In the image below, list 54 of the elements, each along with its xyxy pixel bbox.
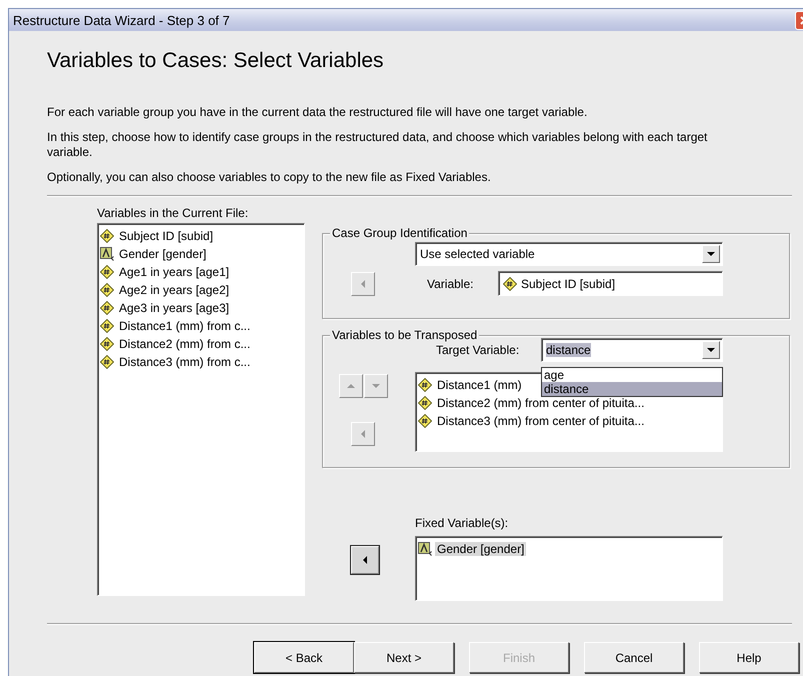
list-label: Variables in the Current File:: [97, 206, 250, 220]
diamond-icon: [100, 265, 114, 279]
dropdown-option[interactable]: age: [542, 368, 722, 382]
diamond-icon: [100, 319, 114, 333]
arrow-left-icon: [359, 280, 367, 288]
list-item[interactable]: Distance1 (mm) from c...: [117, 319, 252, 333]
wizard-button[interactable]: < Back: [254, 642, 354, 673]
arrow-left-icon: [361, 556, 369, 564]
list-item[interactable]: Age2 in years [age2]: [117, 283, 232, 297]
list-item[interactable]: Age3 in years [age3]: [117, 301, 232, 315]
arrow-down-icon: [372, 382, 380, 390]
diamond-icon: [503, 276, 517, 290]
instruction-text: In this step, choose how to identify case groups in the restructured data, and choose which variables belong with each target variable.: [47, 130, 708, 160]
square-icon: [418, 542, 432, 556]
list-item[interactable]: Gender [gender]: [117, 247, 208, 261]
diamond-icon: [100, 355, 114, 369]
list-item[interactable]: Subject ID [subid]: [117, 229, 216, 243]
dropdown-arrow-icon: [707, 250, 715, 258]
arrow-left-icon: [359, 430, 367, 438]
square-icon: [100, 247, 114, 261]
wizard-button[interactable]: Cancel: [584, 642, 684, 673]
move-left-button[interactable]: [351, 546, 379, 574]
arrow-up-icon: [347, 382, 355, 390]
diamond-icon: [100, 337, 114, 351]
group-title: Variables to be Transposed: [330, 328, 480, 342]
diamond-icon: [418, 378, 432, 392]
list-item[interactable]: Distance2 (mm) from c...: [117, 337, 252, 351]
group-title: Case Group Identification: [330, 226, 470, 240]
diamond-icon: [100, 229, 114, 243]
list-item[interactable]: Age1 in years [age1]: [117, 265, 232, 279]
field-label: Target Variable:: [436, 343, 520, 357]
instruction-text: Optionally, you can also choose variables to copy to the new file as Fixed Variables.: [47, 170, 492, 185]
dropdown-option[interactable]: distance: [542, 382, 722, 396]
dropdown-field[interactable]: distance: [541, 338, 723, 362]
wizard-button[interactable]: Help: [699, 642, 799, 673]
dropdown-field[interactable]: Use selected variable: [415, 242, 723, 266]
variable-field[interactable]: Subject ID [subid]: [498, 271, 723, 296]
list-item[interactable]: Distance3 (mm) from c...: [117, 355, 252, 369]
variable-value: Subject ID [subid]: [521, 276, 616, 290]
list-item[interactable]: Distance1 (mm): [435, 378, 524, 392]
list-item[interactable]: Gender [gender]: [435, 542, 526, 556]
list-label: Fixed Variable(s):: [415, 516, 510, 530]
wizard-button[interactable]: Next >: [354, 642, 454, 673]
dropdown-arrow-icon: [707, 346, 715, 354]
instruction-text: For each variable group you have in the current data the restructured file will have one target variable.: [47, 105, 588, 120]
diamond-icon: [418, 414, 432, 428]
field-label: Variable:: [427, 276, 474, 290]
diamond-icon: [100, 301, 114, 315]
window-title: Restructure Data Wizard - Step 3 of 7: [13, 12, 230, 28]
diamond-icon: [418, 396, 432, 410]
page-heading: Variables to Cases: Select Variables: [47, 48, 385, 74]
list-item[interactable]: Distance3 (mm) from center of pituita...: [435, 414, 646, 428]
diamond-icon: [100, 283, 114, 297]
list-item[interactable]: Distance2 (mm) from center of pituita...: [435, 396, 646, 410]
